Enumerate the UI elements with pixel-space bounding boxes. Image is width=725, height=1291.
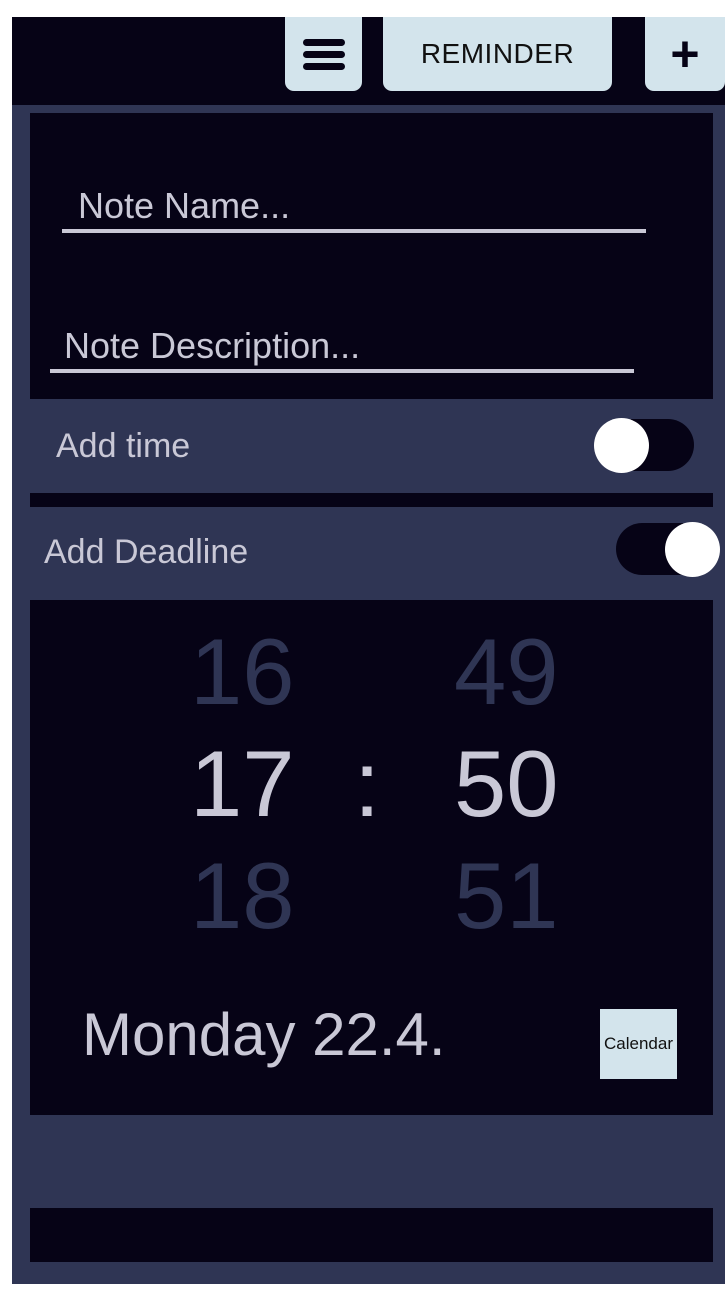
hour-selected[interactable]: 17 [190,734,295,834]
add-time-toggle[interactable] [594,418,694,473]
add-deadline-row: Add Deadline [24,507,725,600]
calendar-button[interactable]: Calendar [600,1009,677,1079]
top-bar: REMINDER + [12,17,725,105]
toggle-knob [665,522,720,577]
add-time-row: Add time [30,399,713,493]
minute-selected[interactable]: 50 [454,734,559,834]
reminder-app: REMINDER + Note Name... Note Description… [12,17,725,1284]
reminder-button[interactable]: REMINDER [383,17,612,91]
hour-next[interactable]: 18 [190,846,295,946]
add-deadline-label: Add Deadline [44,533,249,571]
note-panel: Note Name... Note Description... [30,113,713,399]
divider [30,493,713,507]
deadline-picker: 16 49 17 : 50 18 51 Monday 22.4. Calenda… [30,600,713,1115]
bottom-bar [30,1208,713,1262]
minute-previous[interactable]: 49 [454,622,559,722]
minute-next[interactable]: 51 [454,846,559,946]
selected-date: Monday 22.4. [82,1001,446,1068]
note-name-input[interactable]: Note Name... [62,185,646,233]
time-separator: : [354,731,381,836]
toggle-knob [594,418,649,473]
add-time-label: Add time [56,427,191,465]
add-deadline-toggle[interactable] [616,522,720,577]
note-description-input[interactable]: Note Description... [50,325,634,373]
menu-button[interactable] [285,17,362,91]
add-button[interactable]: + [645,17,725,91]
hamburger-menu-icon [302,34,345,75]
hour-previous[interactable]: 16 [190,622,295,722]
